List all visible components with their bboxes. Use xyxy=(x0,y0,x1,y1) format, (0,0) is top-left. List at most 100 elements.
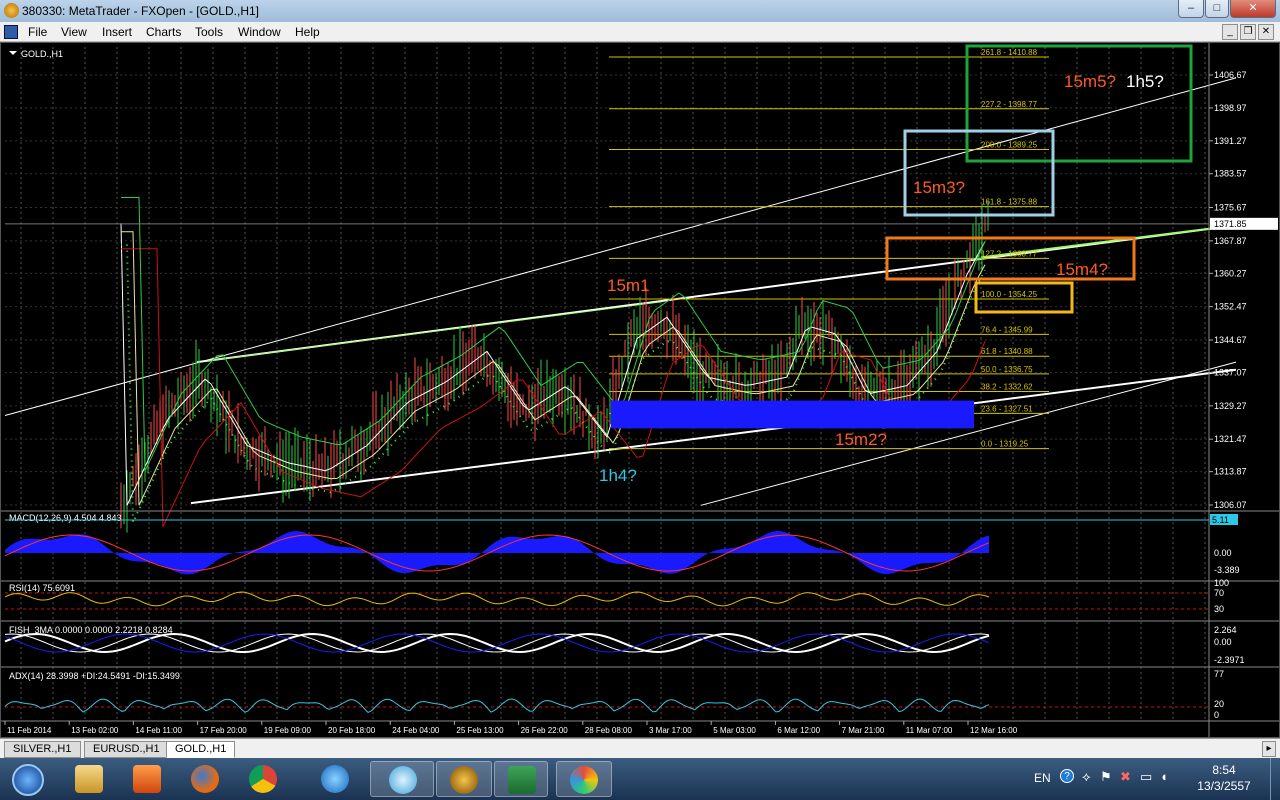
tab-gold[interactable]: GOLD.,H1 xyxy=(166,741,236,758)
time-tick-label: 7 Mar 21:00 xyxy=(842,726,885,735)
tabs-scroll-icon[interactable]: ▸ xyxy=(1262,741,1276,757)
upper-trend-line-green xyxy=(196,301,662,363)
price-tick-label: 1352.47 xyxy=(1214,302,1247,312)
menu-charts[interactable]: Charts xyxy=(146,25,181,39)
time-tick-label: 12 Mar 16:00 xyxy=(970,726,1018,735)
title-bar: 380330: MetaTrader - FXOpen - [GOLD.,H1]… xyxy=(0,0,1280,22)
price-tick-label: 1406.67 xyxy=(1214,70,1247,80)
menu-window[interactable]: Window xyxy=(238,25,281,39)
fish-axis-label: -2.3971 xyxy=(1214,655,1245,665)
window-title: 380330: MetaTrader - FXOpen - [GOLD.,H1] xyxy=(22,4,259,18)
chrome-icon xyxy=(249,765,277,793)
time-tick-label: 14 Feb 11:00 xyxy=(135,726,182,735)
rsi-axis-label: 30 xyxy=(1214,604,1224,614)
speaker-icon[interactable]: ◖ xyxy=(1160,769,1168,784)
fib-level-label: 100.0 - 1354.25 xyxy=(981,290,1038,299)
indicator-subwindows: MACD(12,26,9) 4.504 4.843 5.11 0.00 -3.389 R… xyxy=(1,510,1279,720)
minimize-button[interactable]: – xyxy=(1178,0,1204,18)
firefox-icon xyxy=(191,765,219,793)
fib-level-label: 161.8 - 1375.88 xyxy=(981,198,1038,207)
price-tick-label: 1367.87 xyxy=(1214,236,1247,246)
annotation-15m3: 15m3? xyxy=(913,178,965,197)
price-tick-label: 1375.67 xyxy=(1214,203,1247,213)
menu-bar: File View Insert Charts Tools Window Hel… xyxy=(0,22,1280,42)
mdi-close-button[interactable]: ✕ xyxy=(1258,24,1274,40)
annotation-15m2: 15m2? xyxy=(835,430,887,449)
chart-label-arrow-icon xyxy=(9,51,17,55)
time-tick-label: 5 Mar 03:00 xyxy=(713,726,756,735)
macd-zero-label: 0.00 xyxy=(1214,548,1232,558)
volume-muted-icon[interactable]: ✖ xyxy=(1120,769,1131,785)
chart-tabs: SILVER.,H1 EURUSD.,H1 GOLD.,H1 ▸ xyxy=(0,738,1280,758)
taskbar-app-circle[interactable] xyxy=(370,761,434,797)
fib-level-label: 38.2 - 1332.62 xyxy=(981,383,1033,392)
language-indicator[interactable]: EN xyxy=(1034,771,1051,785)
indicator-overlays xyxy=(120,197,986,527)
menu-file[interactable]: File xyxy=(28,25,47,39)
start-button[interactable] xyxy=(2,761,54,797)
fib-level-label: 50.0 - 1336.75 xyxy=(981,365,1033,374)
fib-level-label: 76.4 - 1345.99 xyxy=(981,325,1033,334)
media-player-icon xyxy=(133,765,161,793)
rsi-axis-label: 100 xyxy=(1214,578,1229,588)
taskbar-chrome[interactable] xyxy=(236,761,290,797)
taskbar-internet-explorer[interactable] xyxy=(308,761,362,797)
annotation-15m4: 15m4? xyxy=(1056,260,1108,279)
fib-level-label: 127.2 - 1363.77 xyxy=(981,249,1038,258)
app-circle-icon xyxy=(389,766,417,794)
blue-zone xyxy=(611,400,974,429)
macd-label: MACD(12,26,9) 4.504 4.843 xyxy=(9,513,122,523)
ie-icon xyxy=(321,765,349,793)
mdi-restore-button[interactable]: ❐ xyxy=(1240,24,1256,40)
system-tray: EN ? ⟡ ⚑ ✖ ▭ ◖ 8:54 13/3/2557 xyxy=(1020,758,1280,800)
macd-histogram xyxy=(5,531,989,575)
tab-silver[interactable]: SILVER.,H1 xyxy=(4,741,81,758)
channel-top-line xyxy=(4,77,1237,417)
fib-level-label: 261.8 - 1410.88 xyxy=(981,48,1038,57)
show-desktop-button[interactable] xyxy=(1270,758,1280,800)
taskbar-excel[interactable] xyxy=(494,761,548,797)
price-tick-label: 1398.97 xyxy=(1214,103,1247,113)
menu-insert[interactable]: Insert xyxy=(102,25,132,39)
excel-icon xyxy=(508,766,536,794)
adx-axis-label: 20 xyxy=(1214,699,1224,709)
taskbar-paint[interactable] xyxy=(556,761,612,797)
monitor-icon[interactable]: ▭ xyxy=(1140,769,1152,785)
rsi-axis-label: 70 xyxy=(1214,588,1224,598)
close-button[interactable]: ✕ xyxy=(1230,0,1276,18)
time-tick-label: 11 Feb 2014 xyxy=(7,726,52,735)
menu-tools[interactable]: Tools xyxy=(195,25,223,39)
taskbar-media-player[interactable] xyxy=(120,761,174,797)
clock-date[interactable]: 13/3/2557 xyxy=(1184,779,1264,793)
fib-level-label: 0.0 - 1319.25 xyxy=(981,440,1029,449)
clock-time[interactable]: 8:54 xyxy=(1194,763,1254,777)
taskbar-firefox[interactable] xyxy=(178,761,232,797)
maximize-button[interactable]: □ xyxy=(1205,0,1229,18)
taskbar-metatrader[interactable] xyxy=(436,761,492,797)
time-tick-label: 28 Feb 08:00 xyxy=(585,726,633,735)
mdi-minimize-button[interactable]: _ xyxy=(1222,24,1238,40)
price-tick-label: 1360.27 xyxy=(1214,268,1247,278)
metatrader-app-icon xyxy=(4,3,19,18)
taskbar: EN ? ⟡ ⚑ ✖ ▭ ◖ 8:54 13/3/2557 xyxy=(0,758,1280,800)
adx-label: ADX(14) 28.3998 +DI:24.5491 -DI:15.3499 xyxy=(9,671,180,681)
flag-icon[interactable]: ⚑ xyxy=(1100,769,1112,785)
time-tick-label: 3 Mar 17:00 xyxy=(649,726,692,735)
lower-trend-line xyxy=(190,368,1237,505)
price-tick-label: 1383.57 xyxy=(1214,169,1247,179)
annotation-1h4: 1h4? xyxy=(599,466,637,485)
taskbar-explorer[interactable] xyxy=(62,761,116,797)
menu-help[interactable]: Help xyxy=(295,25,320,39)
chart-window[interactable]: 261.8 - 1410.88 227.2 - 1398.77 200.0 - 13… xyxy=(0,42,1280,738)
adx-axis-label: 0 xyxy=(1214,710,1219,720)
price-tick-label: 1391.27 xyxy=(1214,136,1247,146)
price-chart[interactable]: 261.8 - 1410.88227.2 - 1398.77200.0 - 13… xyxy=(1,43,1279,737)
metatrader-icon xyxy=(450,766,478,794)
help-icon[interactable]: ? xyxy=(1060,769,1074,783)
menu-view[interactable]: View xyxy=(61,25,87,39)
network-icon[interactable]: ⟡ xyxy=(1082,769,1091,785)
fish-line xyxy=(4,632,990,654)
tab-eurusd[interactable]: EURUSD.,H1 xyxy=(84,741,169,758)
fib-level-label: 61.8 - 1340.88 xyxy=(981,347,1033,356)
annotation-15m5: 15m5? xyxy=(1064,72,1116,91)
